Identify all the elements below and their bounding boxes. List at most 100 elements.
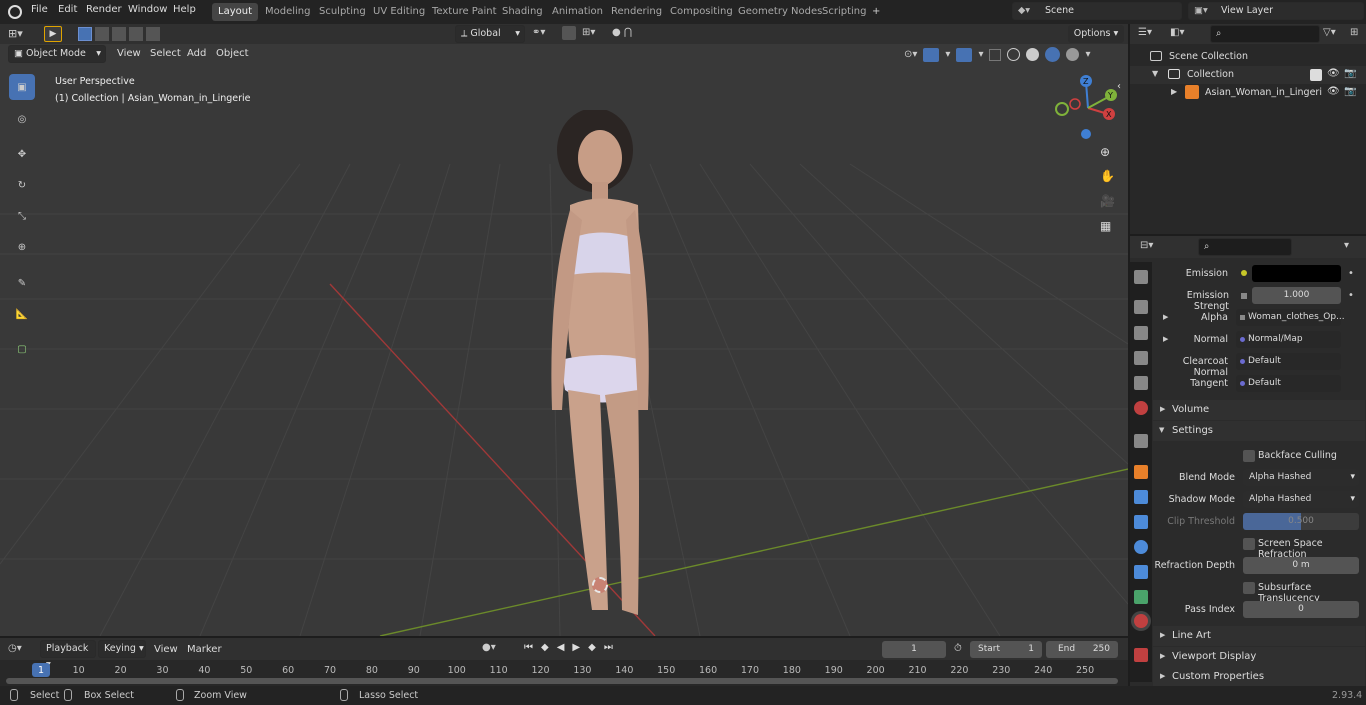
texture-tab-icon[interactable] [1134, 648, 1148, 662]
timeline-editor-icon[interactable]: ◷▾ [8, 643, 22, 654]
emission-keyframe-icon[interactable]: • [1348, 268, 1354, 279]
tab-scripting[interactable]: Scripting [816, 3, 872, 21]
menu-window[interactable]: Window [128, 4, 167, 15]
timeline-scrollbar[interactable] [6, 678, 1118, 684]
custom-properties-expand-icon[interactable]: ▶ [1160, 672, 1165, 680]
line-art-expand-icon[interactable]: ▶ [1160, 631, 1165, 639]
end-frame-field[interactable]: End 250 [1046, 641, 1118, 658]
proportional-edit-icon[interactable]: ● ⋂ [612, 27, 632, 38]
tab-geometry-nodes[interactable]: Geometry Nodes [732, 3, 828, 21]
clearcoat-normal-field[interactable]: Default [1236, 353, 1341, 370]
constraints-tab-icon[interactable] [1134, 565, 1148, 579]
navigation-gizmo[interactable]: Z X Y [1052, 74, 1122, 144]
expand-object-icon[interactable]: ▶ [1171, 87, 1177, 96]
tab-layout[interactable]: Layout [212, 3, 258, 21]
display-mode-icon[interactable]: ◧▾ [1170, 27, 1184, 38]
physics-tab-icon[interactable] [1134, 540, 1148, 554]
viewport-shading-icons[interactable]: ⊙▾ ▾ ▾ ▾ [904, 47, 1091, 62]
tab-compositing[interactable]: Compositing [664, 3, 739, 21]
preview-range-icon[interactable]: ⏱ [954, 643, 962, 654]
viewport-display-expand-icon[interactable]: ▶ [1160, 652, 1165, 660]
camera-view-icon[interactable]: 🎥 [1100, 194, 1115, 208]
screen-space-refraction-checkbox[interactable] [1243, 538, 1255, 550]
alpha-input-field[interactable]: Woman_clothes_Op... [1236, 309, 1345, 326]
cursor-tool-icon[interactable]: ◎ [9, 106, 35, 132]
view-layer-tab-icon[interactable] [1134, 351, 1148, 365]
expand-collection-icon[interactable]: ▼ [1152, 69, 1158, 78]
add-cube-tool-icon[interactable]: ▢ [9, 336, 35, 362]
rotate-tool-icon[interactable]: ↻ [9, 172, 35, 198]
tab-texture-paint[interactable]: Texture Paint [426, 3, 503, 21]
new-collection-icon[interactable]: ⊞ [1350, 27, 1358, 38]
keying-dropdown[interactable]: Keying ▾ [98, 640, 146, 658]
playback-dropdown[interactable]: Playback ▾ [40, 640, 96, 670]
tab-rendering[interactable]: Rendering [605, 3, 668, 21]
select-tool-icon[interactable]: ▶ [44, 26, 62, 42]
settings-expand-icon[interactable]: ▼ [1159, 426, 1164, 434]
scale-tool-icon[interactable]: ⤡ [9, 203, 35, 229]
object-tab-icon[interactable] [1134, 465, 1148, 479]
options-dropdown[interactable]: Options ▾ [1068, 25, 1124, 43]
refraction-depth-field[interactable]: 0 m [1243, 557, 1359, 574]
volume-expand-icon[interactable]: ▶ [1160, 405, 1165, 413]
normal-input-field[interactable]: Normal/Map [1236, 331, 1341, 348]
object-mode-dropdown[interactable]: ▣ Object Mode ▾ [8, 45, 106, 63]
outliner-search-input[interactable]: ⌕ [1210, 25, 1320, 43]
scene-selector[interactable]: ◆▾ Scene [1012, 2, 1182, 20]
transform-tool-icon[interactable]: ⊕ [9, 234, 35, 260]
normal-expand-icon[interactable]: ▶ [1163, 335, 1168, 343]
3d-viewport[interactable]: User Perspective (1) Collection | Asian_… [0, 44, 1128, 636]
perspective-toggle-icon[interactable]: ▦ [1100, 219, 1111, 233]
clip-threshold-slider[interactable]: 0.500 [1243, 513, 1359, 530]
filter-icon[interactable]: ▽▾ [1323, 27, 1336, 38]
properties-options-icon[interactable]: ▾ [1344, 240, 1349, 251]
backface-culling-checkbox[interactable] [1243, 450, 1255, 462]
character-model[interactable] [530, 110, 730, 620]
object-row[interactable]: ▶ Asian_Woman_in_Lingeri 👁 📷 [1130, 84, 1366, 102]
tab-animation[interactable]: Animation [546, 3, 609, 21]
emission-strength-field[interactable]: 1.000 [1252, 287, 1341, 304]
move-tool-icon[interactable]: ✥ [9, 141, 35, 167]
properties-search-input[interactable]: ⌕ [1198, 238, 1292, 256]
object-render-icon[interactable]: 📷 [1344, 86, 1356, 97]
snap-icon[interactable] [562, 26, 576, 40]
snap-target-icon[interactable]: ⊞▾ [582, 27, 595, 38]
annotate-tool-icon[interactable]: ✎ [9, 270, 35, 296]
menu-help[interactable]: Help [173, 4, 196, 15]
menu-select[interactable]: Select [150, 48, 181, 59]
object-visibility-icon[interactable]: 👁 [1327, 86, 1340, 97]
zoom-icon[interactable]: ⊕ [1100, 145, 1110, 159]
editor-type-icon[interactable]: ⊞▾ [8, 27, 23, 40]
outliner-editor-icon[interactable]: ☰▾ [1138, 27, 1152, 38]
start-frame-field[interactable]: Start 1 [970, 641, 1042, 658]
scene-collection-row[interactable]: Scene Collection [1130, 48, 1366, 66]
tool-tab-icon[interactable] [1134, 270, 1148, 284]
material-tab-icon[interactable] [1134, 614, 1148, 628]
pivot-icon[interactable]: ⚭▾ [532, 27, 545, 38]
shadow-mode-dropdown[interactable]: Alpha Hashed ▾ [1243, 491, 1359, 508]
record-icon[interactable]: ●▾ [482, 642, 496, 653]
menu-view[interactable]: View [117, 48, 141, 59]
menu-edit[interactable]: Edit [58, 4, 77, 15]
tab-modeling[interactable]: Modeling [259, 3, 317, 21]
subsurface-translucency-checkbox[interactable] [1243, 582, 1255, 594]
pan-hand-icon[interactable]: ✋ [1100, 169, 1115, 183]
orientation-dropdown[interactable]: ⟂ Global ▾ [455, 25, 525, 43]
properties-editor-icon[interactable]: ⊟▾ [1140, 240, 1153, 251]
measure-tool-icon[interactable]: 📐 [9, 301, 35, 327]
menu-render[interactable]: Render [86, 4, 122, 15]
playback-controls[interactable]: ⏮ ◆ ◀ ▶ ◆ ⏭ [524, 642, 613, 653]
collection-tab-icon[interactable] [1134, 434, 1148, 448]
tab-shading[interactable]: Shading [496, 3, 549, 21]
menu-object[interactable]: Object [216, 48, 249, 59]
emission-color-field[interactable] [1252, 265, 1341, 282]
collection-row[interactable]: ▼ Collection 👁 📷 [1130, 66, 1366, 84]
collection-checkbox[interactable] [1310, 69, 1322, 81]
timeline-marker-menu[interactable]: Marker [187, 644, 222, 655]
tab-sculpting[interactable]: Sculpting [313, 3, 372, 21]
current-frame-field[interactable]: 1 [882, 641, 946, 658]
scene-tab-icon[interactable] [1134, 376, 1148, 390]
blender-logo-icon[interactable] [8, 5, 22, 19]
menu-add[interactable]: Add [187, 48, 206, 59]
timeline-view-menu[interactable]: View [154, 644, 178, 655]
